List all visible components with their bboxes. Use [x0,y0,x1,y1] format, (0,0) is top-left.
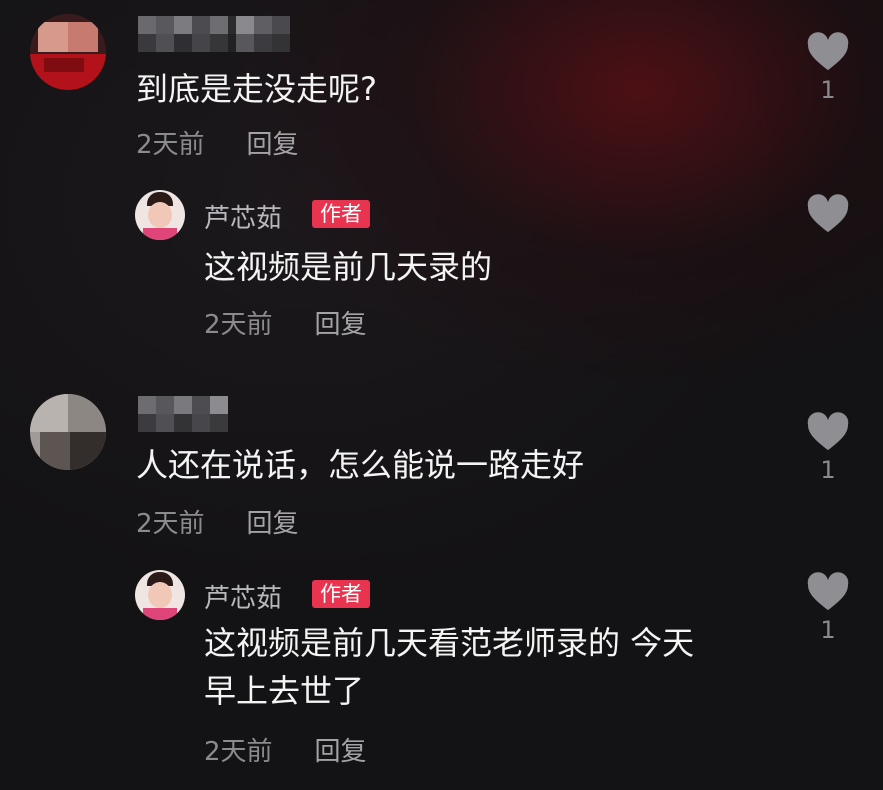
author-badge: 作者 [312,580,370,608]
heart-icon [807,194,849,233]
reply-text: 这视频是前几天录的 [204,248,493,286]
heart-icon [807,412,849,451]
comment-time: 2天前 [136,130,205,160]
author-badge: 作者 [312,200,370,228]
user-avatar[interactable] [30,14,106,90]
like-count: 1 [820,76,836,104]
author-name[interactable]: 芦芯茹 [204,198,282,235]
username-blurred-row2 [138,34,290,52]
heart-icon [807,32,849,71]
username-blurred[interactable] [138,16,290,34]
like-button[interactable] [805,194,851,238]
like-count: 1 [820,456,836,484]
reply-text-line2: 早上去世了 [204,672,365,710]
like-count: 1 [820,616,836,644]
username-blurred-row2 [138,414,228,432]
user-avatar[interactable] [30,394,106,470]
like-button[interactable]: 1 [805,32,851,104]
reply-meta: 2天前 回复 [204,731,367,768]
comment-text: 到底是走没走呢? [136,70,377,108]
reply-button[interactable]: 回复 [315,310,367,340]
author-name[interactable]: 芦芯茹 [204,578,282,615]
like-button[interactable]: 1 [805,412,851,484]
heart-icon [807,572,849,611]
comment-meta: 2天前 回复 [136,503,299,540]
username-blurred[interactable] [138,396,228,414]
comment-meta: 2天前 回复 [136,124,299,161]
reply-time: 2天前 [204,737,273,767]
author-avatar[interactable] [135,570,185,620]
reply-button[interactable]: 回复 [247,509,299,539]
comment-text: 人还在说话，怎么能说一路走好 [136,446,585,484]
reply-text-line1: 这视频是前几天看范老师录的 今天 [204,624,695,662]
reply-button[interactable]: 回复 [247,130,299,160]
comment-time: 2天前 [136,509,205,539]
like-button[interactable]: 1 [805,572,851,644]
author-avatar[interactable] [135,190,185,240]
reply-button[interactable]: 回复 [315,737,367,767]
reply-time: 2天前 [204,310,273,340]
reply-meta: 2天前 回复 [204,304,367,341]
